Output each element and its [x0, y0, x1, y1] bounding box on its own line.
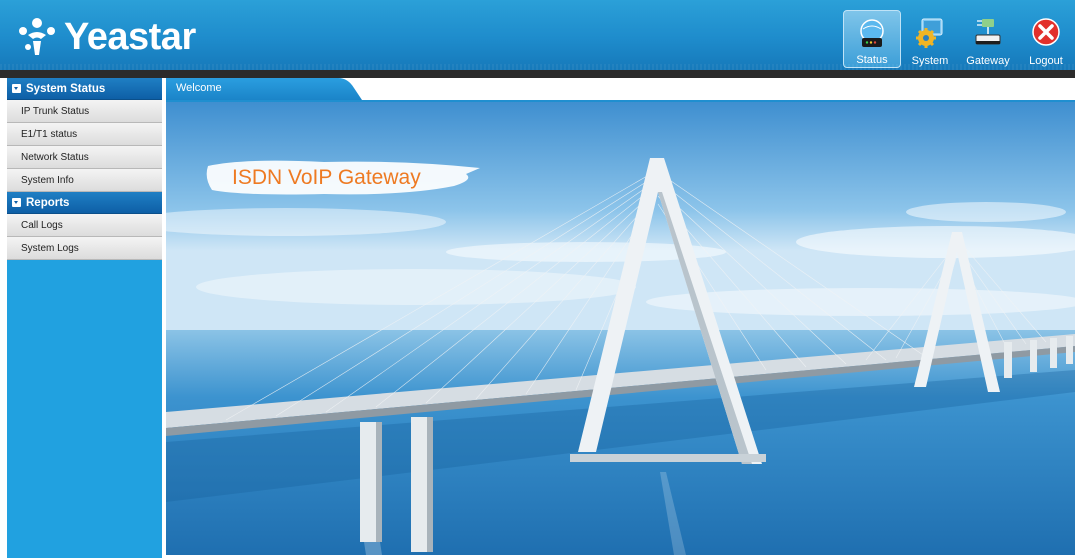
- sidebar-item-network-status[interactable]: Network Status: [7, 146, 162, 169]
- banner-title: ISDN VoIP Gateway: [232, 166, 421, 189]
- gateway-device-icon: [971, 16, 1005, 50]
- tab-label: Welcome: [176, 82, 222, 94]
- logo-text: Yeastar: [64, 15, 196, 58]
- header-divider: [0, 70, 1075, 78]
- sidebar-item-e1t1-status[interactable]: E1/T1 status: [7, 123, 162, 146]
- sidebar-item-call-logs[interactable]: Call Logs: [7, 214, 162, 237]
- logout-close-icon: [1029, 16, 1063, 50]
- welcome-banner: ISDN VoIP Gateway: [166, 102, 1075, 555]
- system-monitor-gear-icon: [913, 16, 947, 50]
- nav-gateway[interactable]: Gateway: [959, 10, 1017, 68]
- collapse-arrow-icon: [12, 84, 21, 93]
- sidebar-item-system-logs[interactable]: System Logs: [7, 237, 162, 260]
- nav-label-system: System: [911, 55, 949, 67]
- nav-status[interactable]: Status: [843, 10, 901, 68]
- sidebar: System Status IP Trunk Status E1/T1 stat…: [7, 78, 162, 558]
- collapse-arrow-icon: [12, 198, 21, 207]
- sidebar-section-reports[interactable]: Reports: [7, 192, 162, 214]
- sidebar-section-title: Reports: [26, 196, 70, 209]
- nav-logout[interactable]: Logout: [1017, 10, 1075, 68]
- nav-label-logout: Logout: [1029, 55, 1063, 67]
- sidebar-section-system-status[interactable]: System Status: [7, 78, 162, 100]
- top-header: Yeastar Status System Gateway Logout: [0, 0, 1075, 70]
- banner-title-brush: ISDN VoIP Gateway: [204, 156, 484, 198]
- status-globe-icon: [855, 17, 889, 51]
- tab-bar: Welcome: [166, 78, 1075, 102]
- sidebar-item-system-info[interactable]: System Info: [7, 169, 162, 192]
- main-content: Welcome ISDN VoIP Gateway: [166, 78, 1075, 558]
- top-nav: Status System Gateway Logout: [843, 10, 1075, 68]
- yeastar-logo: Yeastar: [14, 12, 196, 62]
- nav-system[interactable]: System: [901, 10, 959, 68]
- yeastar-logo-icon: [14, 15, 60, 59]
- nav-label-gateway: Gateway: [966, 55, 1010, 67]
- tab-welcome[interactable]: Welcome: [166, 78, 366, 100]
- sidebar-section-title: System Status: [26, 82, 106, 95]
- nav-label-status: Status: [856, 54, 888, 66]
- sidebar-item-ip-trunk-status[interactable]: IP Trunk Status: [7, 100, 162, 123]
